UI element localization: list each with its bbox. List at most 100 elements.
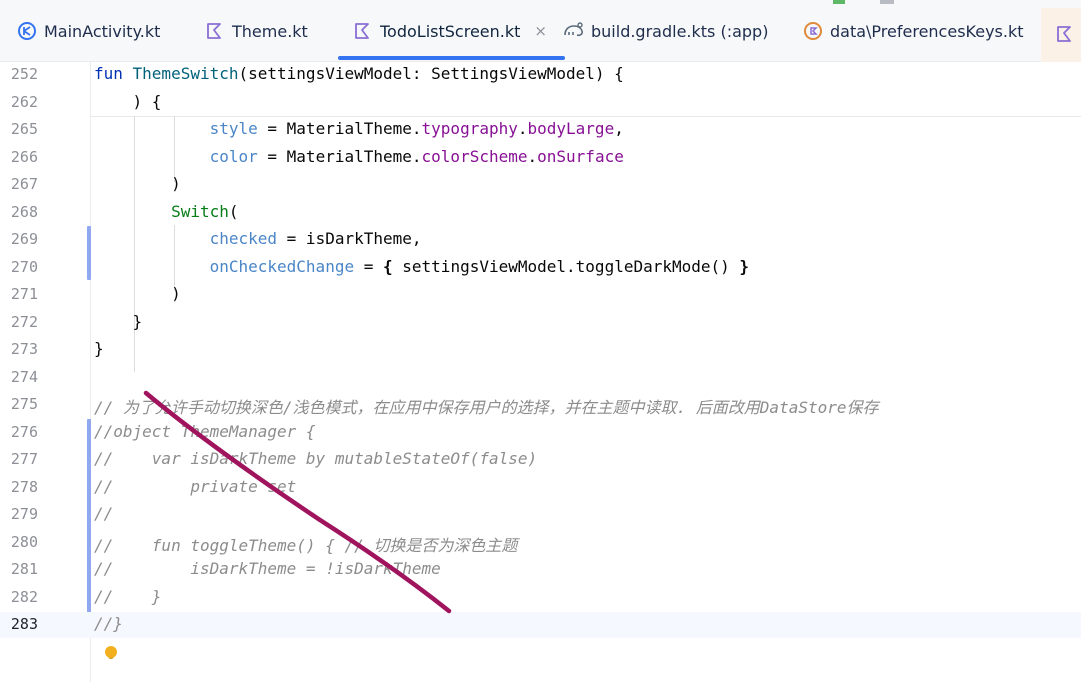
code-token: // 为了允许手动切换深色/浅色模式，在应用中保存用户的选择，并在主题中读取. …	[94, 398, 879, 417]
code-token: (settingsViewModel: SettingsViewModel) {	[238, 64, 624, 83]
code-text: //object ThemeManager {	[94, 422, 316, 441]
code-token: }	[94, 339, 104, 358]
line-number[interactable]: 275	[0, 395, 38, 413]
code-line[interactable]: 270 onCheckedChange = { settingsViewMode…	[0, 255, 1081, 281]
line-number[interactable]: 274	[0, 368, 38, 386]
tab-preferenceskeys[interactable]: data\PreferencesKeys.kt	[802, 0, 1024, 62]
code-token: = MaterialTheme.	[257, 119, 422, 138]
code-token: // fun toggleTheme() { // 切换是否为深色主题	[94, 535, 518, 555]
line-number[interactable]: 276	[0, 423, 38, 441]
code-line[interactable]: 271 )	[0, 282, 1081, 308]
code-line[interactable]: 273}	[0, 337, 1081, 363]
code-token: )	[94, 284, 181, 303]
code-line[interactable]: 276 //object ThemeManager {	[0, 420, 1081, 446]
code-line[interactable]: 282 // }	[0, 585, 1081, 611]
tab-todolistscreen[interactable]: TodoListScreen.kt ×	[338, 0, 565, 62]
line-number[interactable]: 273	[0, 340, 38, 358]
tab-mainactivity[interactable]: MainActivity.kt	[16, 0, 160, 62]
code-token: }	[94, 311, 143, 331]
code-token: onSurface	[537, 146, 624, 166]
code-token: = MaterialTheme.	[257, 146, 422, 166]
code-text: //	[94, 504, 113, 523]
code-line[interactable]: 268 Switch(	[0, 200, 1081, 226]
code-editor[interactable]: 252 fun ThemeSwitch(settingsViewModel: Se…	[0, 62, 1081, 682]
code-text: )	[94, 174, 181, 193]
line-number[interactable]: 280	[0, 533, 38, 551]
code-line[interactable]: 269 checked = isDarkTheme,	[0, 227, 1081, 253]
line-number[interactable]: 277	[0, 450, 38, 468]
code-line[interactable]: 262 ) {	[0, 90, 1081, 116]
line-number[interactable]: 252	[0, 65, 38, 83]
code-line[interactable]: 272 }	[0, 310, 1081, 336]
code-token: fun	[94, 64, 133, 83]
line-number[interactable]: 271	[0, 285, 38, 303]
line-number[interactable]: 266	[0, 148, 38, 166]
code-line[interactable]: 278 // private set	[0, 475, 1081, 501]
line-number[interactable]: 268	[0, 203, 38, 221]
code-line[interactable]: 281 // isDarkTheme = !isDarkTheme	[0, 557, 1081, 583]
code-token: Switch	[171, 201, 229, 221]
code-token: )	[94, 174, 181, 193]
line-number[interactable]: 270	[0, 258, 38, 276]
code-text: // }	[94, 587, 161, 606]
line-number[interactable]: 283	[0, 615, 38, 633]
tab-build-gradle[interactable]: build.gradle.kts (:app)	[563, 0, 768, 62]
code-token: = isDarkTheme,	[277, 229, 422, 248]
code-text: checked = isDarkTheme,	[94, 229, 422, 248]
code-line[interactable]: 252 fun ThemeSwitch(settingsViewModel: Se…	[0, 62, 1081, 88]
tab-label: build.gradle.kts (:app)	[591, 21, 769, 41]
code-line[interactable]: 279 //	[0, 502, 1081, 528]
line-number[interactable]: 272	[0, 313, 38, 331]
code-line[interactable]: 280 // fun toggleTheme() { // 切换是否为深色主题	[0, 530, 1081, 556]
editor-tab-bar: MainActivity.kt Theme.kt TodoListScreen.…	[0, 0, 1081, 62]
tab-label: Theme.kt	[232, 21, 308, 41]
code-line[interactable]: 283 //}	[0, 612, 1081, 638]
line-number[interactable]: 278	[0, 478, 38, 496]
code-token: //object ThemeManager {	[94, 421, 316, 441]
tab-label: MainActivity.kt	[44, 21, 161, 41]
code-line[interactable]: 266 color = MaterialTheme.colorScheme.on…	[0, 145, 1081, 171]
close-icon[interactable]: ×	[534, 22, 547, 40]
kotlin-object-icon	[802, 20, 824, 42]
line-number[interactable]: 282	[0, 588, 38, 606]
code-line[interactable]: 275 // 为了允许手动切换深色/浅色模式，在应用中保存用户的选择，并在主题中读…	[0, 392, 1081, 418]
code-token: // private set	[94, 476, 297, 496]
tab-theme[interactable]: Theme.kt	[204, 0, 308, 62]
kotlin-file-icon	[1055, 24, 1075, 48]
code-token: //}	[94, 614, 123, 633]
code-token: colorScheme	[421, 146, 528, 166]
code-line[interactable]: 265 style = MaterialTheme.typography.bod…	[0, 117, 1081, 143]
code-line[interactable]: 274	[0, 365, 1081, 391]
line-number[interactable]: 269	[0, 230, 38, 248]
code-token: .	[527, 146, 538, 166]
tab-label: data\PreferencesKeys.kt	[830, 21, 1024, 41]
code-token: onCheckedChange	[209, 256, 355, 276]
code-text: style = MaterialTheme.typography.bodyLar…	[94, 119, 624, 138]
code-text: Switch(	[94, 201, 239, 221]
gradle-icon	[563, 20, 585, 42]
code-token: {	[383, 256, 393, 276]
code-token: checked	[209, 229, 278, 248]
code-text: // isDarkTheme = !isDarkTheme	[94, 559, 441, 578]
tab-overflow[interactable]	[1041, 8, 1081, 62]
code-token: }	[739, 256, 750, 276]
code-token: style	[209, 119, 258, 138]
line-number[interactable]: 265	[0, 120, 38, 138]
code-line[interactable]: 267 )	[0, 172, 1081, 198]
line-number[interactable]: 262	[0, 93, 38, 111]
line-number[interactable]: 267	[0, 175, 38, 193]
code-token: (	[228, 201, 239, 221]
code-text: )	[94, 284, 181, 303]
line-number[interactable]: 281	[0, 560, 38, 578]
code-text: // var isDarkTheme by mutableStateOf(fal…	[94, 449, 537, 468]
code-token: =	[354, 256, 383, 276]
line-number[interactable]: 279	[0, 505, 38, 523]
code-token: settingsViewModel.toggleDarkMode()	[392, 256, 740, 276]
code-line[interactable]: 277 // var isDarkTheme by mutableStateOf(…	[0, 447, 1081, 473]
code-token: .	[517, 119, 528, 138]
lightbulb-icon[interactable]	[105, 646, 117, 658]
